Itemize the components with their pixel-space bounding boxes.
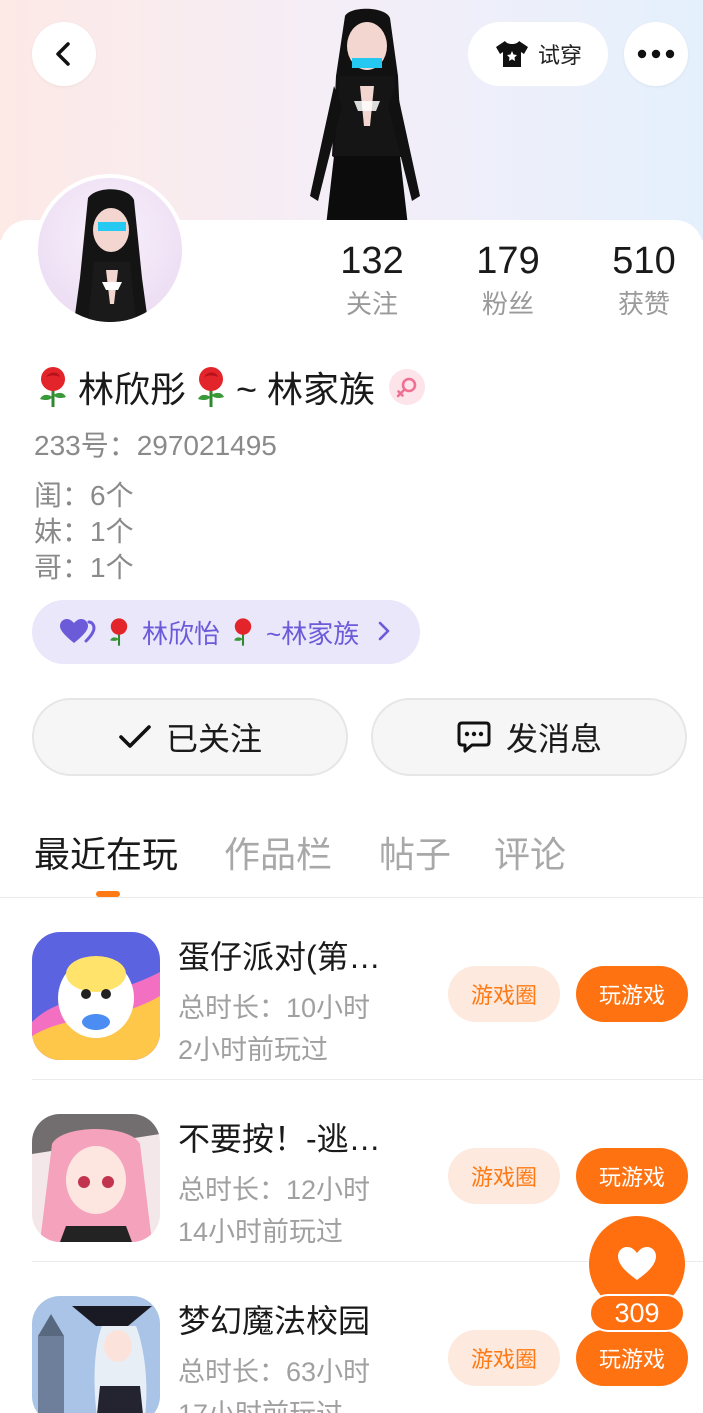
like-count: 309	[589, 1294, 685, 1332]
user-id: 233号：297021495	[34, 430, 277, 461]
game-circle-button[interactable]: 游戏圈	[448, 966, 560, 1022]
chevron-right-icon	[378, 621, 390, 641]
back-arrow-icon	[56, 42, 70, 66]
game-title: 梦幻魔法校园	[178, 1303, 371, 1339]
tab-posts[interactable]: 帖子	[379, 826, 451, 878]
double-heart-icon	[60, 619, 96, 643]
followed-button[interactable]: 已关注	[32, 698, 348, 776]
stat-likes[interactable]: 510 获赞	[584, 238, 703, 324]
check-icon	[119, 725, 151, 748]
game-icon-dont-press	[32, 1114, 160, 1242]
stat-following-count: 132	[340, 240, 404, 282]
stat-following[interactable]: 132 关注	[312, 238, 432, 324]
game-circle-button[interactable]: 游戏圈	[448, 1148, 560, 1204]
rose-icon	[40, 367, 66, 407]
bio-line: 闺：6个	[34, 480, 134, 511]
game-duration: 总时长：10小时	[178, 993, 371, 1023]
stats-bar: 132 关注 179 粉丝 510 获赞	[0, 238, 703, 334]
tab-recent-play[interactable]: 最近在玩	[34, 826, 178, 878]
stat-likes-label: 获赞	[617, 289, 670, 319]
tab-comments[interactable]: 评论	[494, 826, 566, 878]
game-duration: 总时长：12小时	[178, 1175, 371, 1205]
game-list-item[interactable]: 蛋仔派对(第… 总时长：10小时 2小时前玩过 游戏圈 玩游戏	[32, 898, 703, 1080]
profile-name-suffix: ~ 林家族	[236, 369, 376, 410]
game-icon-eggy-party	[32, 932, 160, 1060]
game-duration: 总时长：63小时	[178, 1357, 371, 1387]
stat-likes-count: 510	[612, 240, 676, 282]
bio-line: 妹：1个	[34, 516, 134, 547]
heart-icon	[618, 1247, 656, 1280]
more-icon	[637, 49, 675, 59]
followed-label: 已关注	[165, 721, 262, 757]
try-on-label: 试穿	[537, 43, 582, 68]
stat-followers-count: 179	[476, 240, 540, 282]
profile-bio: 闺：6个 妹：1个 哥：1个	[34, 478, 134, 586]
tab-works[interactable]: 作品栏	[224, 826, 332, 878]
avatar-3d-figure	[310, 8, 420, 226]
more-button[interactable]	[624, 22, 688, 86]
family-name: ~林家族	[266, 618, 360, 649]
play-game-button[interactable]: 玩游戏	[576, 966, 688, 1022]
stat-following-label: 关注	[345, 289, 398, 319]
send-message-button[interactable]: 发消息	[371, 698, 687, 776]
play-game-button[interactable]: 玩游戏	[576, 1330, 688, 1386]
play-game-button[interactable]: 玩游戏	[576, 1148, 688, 1204]
game-title: 不要按！-逃…	[178, 1121, 381, 1157]
bio-line: 哥：1个	[34, 552, 134, 583]
stat-followers-label: 粉丝	[481, 289, 534, 319]
send-message-label: 发消息	[505, 721, 602, 757]
chat-bubble-icon	[457, 721, 491, 753]
back-button[interactable]	[32, 22, 96, 86]
game-last-played: 14小时前玩过	[178, 1217, 344, 1247]
rose-icon	[198, 367, 225, 407]
profile-name: 林欣彤 ~ 林家族	[34, 362, 426, 412]
rose-icon	[110, 618, 128, 646]
family-member-name: 林欣怡	[142, 618, 221, 649]
game-title: 蛋仔派对(第…	[178, 939, 381, 975]
game-last-played: 17小时前玩过	[178, 1392, 343, 1413]
try-on-button[interactable]: 试穿	[468, 22, 608, 86]
stat-followers[interactable]: 179 粉丝	[448, 238, 568, 324]
profile-name-text: 林欣彤	[78, 369, 187, 410]
game-icon-magic-campus	[32, 1296, 160, 1413]
family-link[interactable]: 林欣怡 ~林家族	[32, 600, 420, 664]
game-last-played: 2小时前玩过	[178, 1035, 329, 1065]
tshirt-icon	[495, 41, 528, 67]
female-icon	[389, 369, 426, 405]
game-circle-button[interactable]: 游戏圈	[448, 1330, 560, 1386]
rose-icon	[234, 618, 252, 646]
